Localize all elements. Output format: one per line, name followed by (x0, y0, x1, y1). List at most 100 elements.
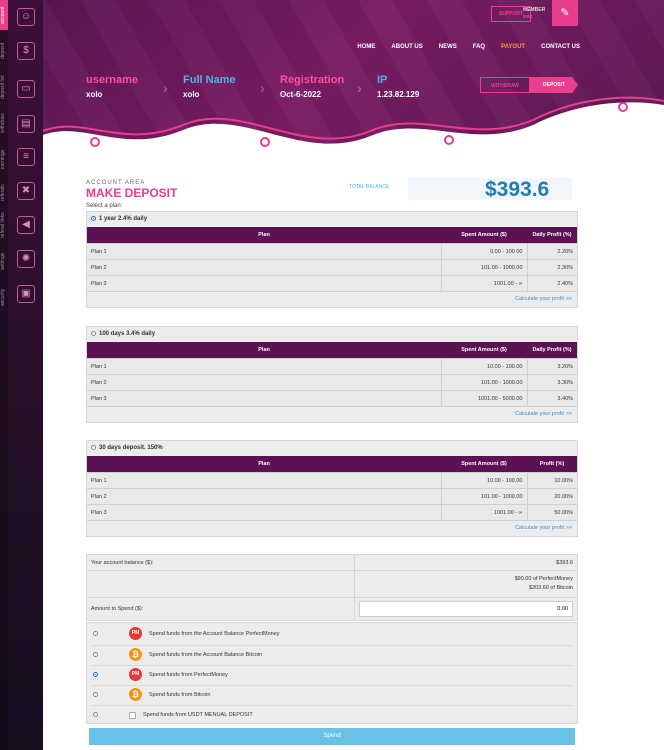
wave-dot (618, 102, 628, 112)
table-cell: 50.00% (526, 504, 577, 520)
fund-label-1: Spend funds from the Account Balance Per… (149, 631, 280, 637)
table-cell: 0.00 - 100.00 (440, 243, 527, 260)
balance-table: Your account balance ($): $393.6 $90.00 … (86, 554, 578, 621)
table-cell: 101.00 - 1000.00 (440, 488, 527, 505)
chevron-right-icon: › (260, 80, 265, 96)
table-cell: 1001.00 - 5000.00 (440, 390, 527, 406)
table-header-profit: Profit (%) (527, 456, 577, 473)
table-cell: Plan 2 (87, 374, 441, 391)
broken-image-icon (129, 712, 136, 719)
funds-panel: PM Spend funds from the Account Balance … (86, 622, 578, 724)
fund-radio-2[interactable] (93, 652, 98, 657)
fund-radio-5[interactable] (93, 712, 98, 717)
nav-home[interactable]: HOME (357, 44, 375, 50)
megaphone-icon[interactable]: ◀ (17, 216, 35, 234)
fund-option-1[interactable]: PM Spend funds from the Account Balance … (92, 625, 572, 643)
wave-dot (444, 135, 454, 145)
chevron-right-icon: › (163, 80, 168, 96)
table-cell: 2.40% (526, 275, 577, 291)
table-cell: 3.20% (526, 358, 577, 375)
table-header-plan: Plan (87, 342, 441, 359)
table-cell (86, 570, 355, 598)
plan-title-1[interactable]: 1 year 2.4% daily (87, 212, 577, 227)
plan-name-2: 100 days 3.4% daily (99, 331, 156, 337)
sidebar-label-account[interactable]: account (0, 2, 8, 28)
table-cell: 2.20% (526, 243, 577, 260)
perfectmoney-icon: PM (129, 668, 142, 681)
fund-radio-1[interactable] (93, 631, 98, 636)
nav-faq[interactable]: FAQ (473, 44, 485, 50)
sidebar-label-referal-links[interactable]: referal links (0, 212, 8, 238)
calculate-profit-link-3[interactable]: Calculate your profit >> (87, 520, 577, 536)
table-cell: 10.00% (526, 472, 577, 489)
wave-dot (90, 137, 100, 147)
chevron-right-icon: › (357, 80, 362, 96)
plan-title-3[interactable]: 30 days deposit. 150% (87, 441, 577, 456)
handshake-icon[interactable]: ✖ (17, 182, 35, 200)
wallet-icon[interactable]: ▤ (17, 115, 35, 133)
nav-contact-us[interactable]: CONTACT US (541, 44, 580, 50)
calculate-profit-link-2[interactable]: Calculate your profit >> (87, 406, 577, 422)
plan-panel-3: 30 days deposit. 150% Plan Spent Amount … (86, 440, 578, 537)
table-cell: 2.30% (526, 259, 577, 276)
info-username-key: username (86, 74, 138, 86)
total-balance-label: TOTAL BALANCE (349, 184, 390, 190)
coins-icon[interactable]: $ (17, 42, 35, 60)
table-header-spent: Spent Amount ($) (441, 342, 527, 359)
plan-name-1: 1 year 2.4% daily (99, 216, 148, 222)
spend-button[interactable]: Spend (89, 728, 575, 745)
sidebar-label-deposit-list[interactable]: deposit list (0, 74, 8, 100)
nav-news[interactable]: NEWS (439, 44, 457, 50)
table-cell: Plan 2 (87, 259, 441, 276)
table-header-profit: Daily Profit (%) (527, 342, 577, 359)
balance-label: Your account balance ($): (86, 554, 355, 571)
deposit-button[interactable]: DEPOSIT (530, 77, 578, 93)
info-registration-key: Registration (280, 74, 345, 86)
fund-option-4[interactable]: ₿ Spend funds from Bitcoin (92, 685, 572, 704)
table-row: Plan 2 101.00 - 1000.00 2.30% (87, 259, 577, 276)
member-label: MEMBER (523, 7, 546, 13)
gear-icon[interactable]: ✺ (17, 250, 35, 268)
plan-title-2[interactable]: 100 days 3.4% daily (87, 327, 577, 342)
table-cell: 1001.00 - ∞ (440, 504, 527, 520)
sidebar-label-referals[interactable]: referals (0, 180, 8, 206)
table-cell: Plan 1 (87, 472, 441, 489)
nav-about-us[interactable]: ABOUT US (391, 44, 422, 50)
monitor-icon[interactable]: ▭ (17, 80, 35, 98)
amount-input[interactable] (359, 601, 573, 617)
plan-radio-1[interactable] (91, 215, 96, 221)
withdraw-button[interactable]: WITHDRAW (480, 77, 530, 93)
sidebar: account deposit deposit list withdraw ea… (0, 0, 43, 750)
sidebar-label-deposit[interactable]: deposit (0, 38, 8, 64)
balance-detail-pm: $90.00 of PerfectMoney (514, 576, 573, 582)
bitcoin-icon: ₿ (129, 648, 142, 661)
nav-payout[interactable]: PAYOUT (501, 44, 525, 50)
sidebar-label-settings[interactable]: settings (0, 248, 8, 274)
plan-radio-3[interactable] (91, 444, 96, 450)
table-row: Plan 1 10.00 - 100.00 3.20% (87, 358, 577, 375)
table-header-spent: Spent Amount ($) (441, 227, 527, 244)
plan-radio-2[interactable] (91, 330, 96, 336)
lock-icon[interactable]: ▣ (17, 285, 35, 303)
table-row: Plan 3 1001.00 - ∞ 50.00% (87, 504, 577, 520)
sidebar-label-strip: account deposit deposit list withdraw ea… (0, 0, 8, 750)
user-icon[interactable]: ☺ (17, 8, 35, 26)
table-cell: 3.40% (526, 390, 577, 406)
table-row: Plan 2 101.00 - 1000.00 3.30% (87, 374, 577, 391)
table-row: $90.00 of PerfectMoney $303.60 of Bitcoi… (86, 570, 578, 598)
sidebar-label-withdraw[interactable]: withdraw (0, 110, 8, 136)
table-cell (354, 597, 578, 621)
balance-detail-btc: $303.60 of Bitcoin (528, 585, 573, 591)
sidebar-label-earnings[interactable]: earnings (0, 146, 8, 172)
bitcoin-icon: ₿ (129, 688, 142, 701)
calculate-profit-link-1[interactable]: Calculate your profit >> (87, 291, 577, 307)
table-row: Plan 2 101.00 - 1000.00 20.00% (87, 488, 577, 505)
fund-radio-4[interactable] (93, 692, 98, 697)
fund-option-2[interactable]: ₿ Spend funds from the Account Balance B… (92, 645, 572, 664)
document-icon[interactable]: ≡ (17, 148, 35, 166)
fund-radio-3[interactable] (93, 672, 98, 677)
member-avatar-icon[interactable]: ✎ (552, 0, 578, 26)
sidebar-label-security[interactable]: security (0, 284, 8, 310)
fund-option-5[interactable]: Spend funds from USDT MENUAL DEPOSIT (92, 705, 572, 724)
fund-option-3[interactable]: PM Spend funds from PerfectMoney (92, 665, 572, 684)
